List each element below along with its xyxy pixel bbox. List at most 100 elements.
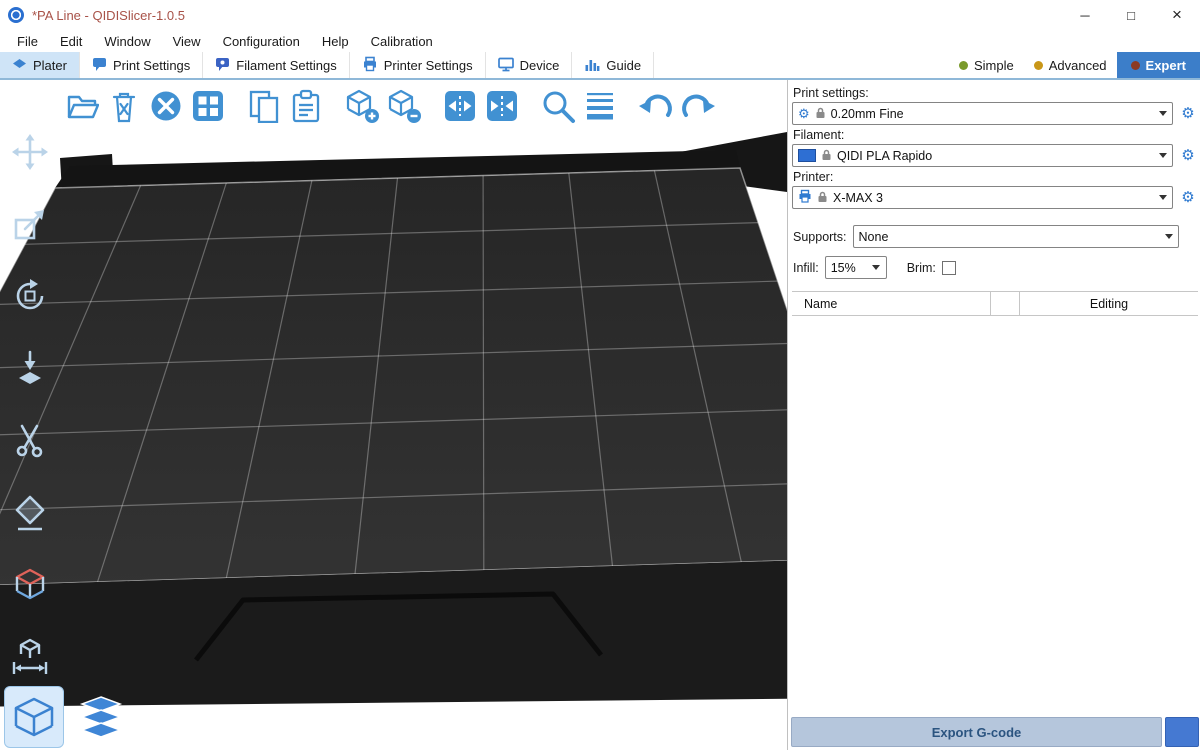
- mode-label: Expert: [1146, 58, 1186, 73]
- filament-value: QIDI PLA Rapido: [837, 149, 932, 163]
- 3d-editor-view-icon[interactable]: [4, 686, 64, 748]
- tab-label: Plater: [33, 58, 67, 73]
- tab-label: Printer Settings: [384, 58, 473, 73]
- filament-gear-button[interactable]: ⚙: [1179, 148, 1197, 163]
- rotate-tool-icon[interactable]: [4, 272, 56, 320]
- export-gcode-button[interactable]: Export G-code: [791, 717, 1162, 747]
- lock-icon: [817, 190, 828, 206]
- scale-tool-icon[interactable]: [4, 200, 56, 248]
- brim-label: Brim:: [907, 261, 936, 275]
- minimize-button[interactable]: ─: [1062, 0, 1108, 30]
- object-list-empty-area: [792, 316, 1198, 696]
- mode-switcher: Simple Advanced Expert: [949, 52, 1200, 78]
- menu-view[interactable]: View: [162, 34, 212, 49]
- brim-checkbox[interactable]: [942, 261, 956, 275]
- dropdown-arrow-icon[interactable]: [1153, 145, 1172, 166]
- lock-icon: [821, 148, 832, 164]
- printer-combo[interactable]: X-MAX 3: [792, 186, 1173, 209]
- menu-help[interactable]: Help: [311, 34, 360, 49]
- supports-combo[interactable]: None: [853, 225, 1179, 248]
- tab-label: Guide: [606, 58, 641, 73]
- app-logo-icon: [8, 7, 24, 23]
- lock-icon: [815, 106, 826, 122]
- settings-sidebar: Print settings: ⚙ 0.20mm Fine ⚙ Filament…: [787, 80, 1200, 750]
- mode-simple[interactable]: Simple: [949, 52, 1024, 78]
- mode-expert[interactable]: Expert: [1117, 52, 1200, 78]
- dropdown-arrow-icon[interactable]: [867, 257, 886, 278]
- infill-value: 15%: [831, 261, 856, 275]
- tab-print-settings[interactable]: Print Settings: [80, 52, 203, 78]
- dropdown-arrow-icon[interactable]: [1153, 103, 1172, 124]
- printer-icon: [798, 189, 812, 206]
- window-title: *PA Line - QIDISlicer-1.0.5: [32, 8, 185, 23]
- print-settings-icon: [92, 56, 107, 75]
- dropdown-arrow-icon[interactable]: [1159, 226, 1178, 247]
- printer-gear-button[interactable]: ⚙: [1179, 190, 1197, 205]
- infill-combo[interactable]: 15%: [825, 256, 887, 279]
- move-tool-icon[interactable]: [4, 128, 56, 176]
- delete-all-icon[interactable]: [148, 88, 184, 124]
- filament-settings-icon: [215, 56, 230, 75]
- mode-label: Advanced: [1049, 58, 1107, 73]
- measure-tool-icon[interactable]: [4, 560, 56, 608]
- arrange-icon[interactable]: [190, 88, 226, 124]
- plater-3d-viewport[interactable]: [0, 80, 787, 750]
- menu-bar: File Edit Window View Configuration Help…: [0, 30, 1200, 52]
- tab-device[interactable]: Device: [486, 52, 573, 78]
- cut-tool-icon[interactable]: [4, 416, 56, 464]
- supports-label: Supports:: [793, 230, 847, 244]
- tab-label: Filament Settings: [236, 58, 336, 73]
- distance-tool-icon[interactable]: [4, 632, 56, 680]
- menu-configuration[interactable]: Configuration: [212, 34, 311, 49]
- view-switch: [4, 686, 130, 748]
- plater-icon: [12, 56, 27, 74]
- print-settings-gear-button[interactable]: ⚙: [1179, 106, 1197, 121]
- infill-label: Infill:: [793, 261, 819, 275]
- advanced-mode-dot-icon: [1034, 61, 1043, 70]
- gear-icon: ⚙: [798, 107, 810, 120]
- menu-window[interactable]: Window: [93, 34, 161, 49]
- preview-view-icon[interactable]: [72, 688, 130, 748]
- tab-filament-settings[interactable]: Filament Settings: [203, 52, 349, 78]
- place-on-face-tool-icon[interactable]: [4, 344, 56, 392]
- menu-calibration[interactable]: Calibration: [360, 34, 444, 49]
- split-objects-icon[interactable]: [442, 88, 478, 124]
- filament-combo[interactable]: QIDI PLA Rapido: [792, 144, 1173, 167]
- undo-icon[interactable]: [638, 88, 674, 124]
- print-settings-combo[interactable]: ⚙ 0.20mm Fine: [792, 102, 1173, 125]
- name-column-header: Name: [792, 292, 991, 315]
- add-instance-icon[interactable]: [344, 88, 380, 124]
- paint-supports-tool-icon[interactable]: [4, 488, 56, 536]
- guide-icon: [584, 56, 600, 75]
- printer-label: Printer:: [793, 170, 1198, 184]
- close-button[interactable]: ×: [1154, 0, 1200, 30]
- redo-icon[interactable]: [680, 88, 716, 124]
- object-list-header: Name Editing: [792, 291, 1198, 316]
- mode-label: Simple: [974, 58, 1014, 73]
- delete-icon[interactable]: [106, 88, 142, 124]
- search-icon[interactable]: [540, 88, 576, 124]
- editing-column-header: Editing: [1020, 292, 1198, 315]
- variable-layer-height-icon[interactable]: [582, 88, 618, 124]
- tab-label: Device: [520, 58, 560, 73]
- paste-icon[interactable]: [288, 88, 324, 124]
- dropdown-arrow-icon[interactable]: [1153, 187, 1172, 208]
- tab-bar: Plater Print Settings Filament Settings …: [0, 52, 1200, 80]
- remove-instance-icon[interactable]: [386, 88, 422, 124]
- menu-edit[interactable]: Edit: [49, 34, 93, 49]
- expert-mode-dot-icon: [1131, 61, 1140, 70]
- maximize-button[interactable]: □: [1108, 0, 1154, 30]
- tab-printer-settings[interactable]: Printer Settings: [350, 52, 486, 78]
- menu-file[interactable]: File: [6, 34, 49, 49]
- tab-plater[interactable]: Plater: [0, 52, 80, 78]
- copy-icon[interactable]: [246, 88, 282, 124]
- spacer-column-header: [991, 292, 1020, 315]
- open-folder-icon[interactable]: [64, 88, 100, 124]
- mode-advanced[interactable]: Advanced: [1024, 52, 1117, 78]
- split-parts-icon[interactable]: [484, 88, 520, 124]
- tab-guide[interactable]: Guide: [572, 52, 654, 78]
- print-settings-label: Print settings:: [793, 86, 1198, 100]
- print-settings-value: 0.20mm Fine: [831, 107, 904, 121]
- title-bar: *PA Line - QIDISlicer-1.0.5 ─ □ ×: [0, 0, 1200, 30]
- export-options-button[interactable]: [1165, 717, 1199, 747]
